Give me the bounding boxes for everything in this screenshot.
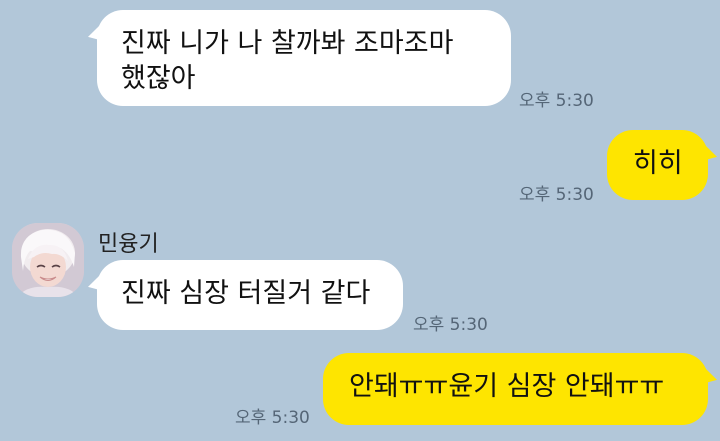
message-timestamp: 오후 5:30 <box>519 91 594 111</box>
profile-photo-icon <box>12 223 84 297</box>
message-bubble-incoming[interactable]: 진짜 니가 나 찰까봐 조마조마 했잖아 <box>97 10 511 106</box>
avatar[interactable] <box>12 223 84 297</box>
message-bubble-outgoing[interactable]: 히히 <box>607 130 708 200</box>
message-bubble-outgoing[interactable]: 안돼ㅠㅠ윤기 심장 안돼ㅠㅠ <box>323 353 708 425</box>
message-bubble-incoming[interactable]: 진짜 심장 터질거 같다 <box>97 260 403 330</box>
message-timestamp: 오후 5:30 <box>235 408 310 428</box>
message-timestamp: 오후 5:30 <box>519 185 594 205</box>
message-timestamp: 오후 5:30 <box>413 315 488 335</box>
sender-name: 민융기 <box>98 232 159 257</box>
